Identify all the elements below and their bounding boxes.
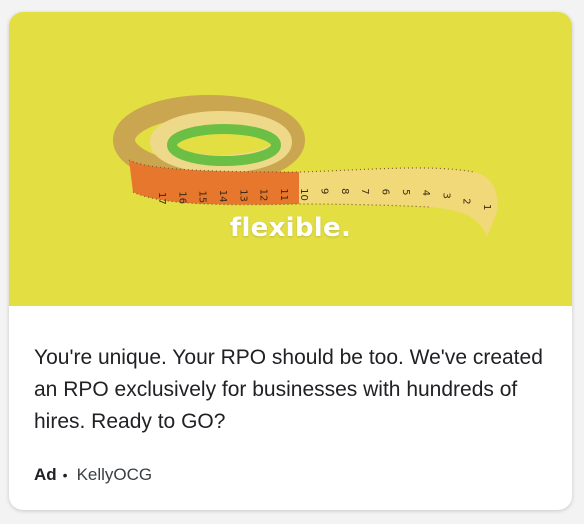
tape-number: 7 (359, 188, 370, 194)
ad-footer: Ad • KellyOCG (34, 465, 152, 485)
advertiser-name[interactable]: KellyOCG (77, 465, 153, 485)
tape-number: 10 (298, 188, 309, 201)
tape-measure-illustration: 17 16 15 14 13 12 11 10 9 8 7 6 5 4 3 2 1 (113, 95, 498, 237)
tape-number: 14 (217, 190, 228, 203)
tape-number: 1 (481, 204, 492, 210)
tape-coil-green (167, 124, 281, 166)
ad-label-badge: Ad (34, 465, 57, 484)
tape-number: 6 (379, 189, 390, 195)
tape-number: 15 (197, 190, 208, 203)
tape-number: 4 (420, 190, 431, 196)
tape-number: 17 (156, 192, 167, 205)
tape-number: 9 (319, 188, 330, 194)
tape-number: 12 (258, 189, 269, 202)
tape-number: 13 (237, 189, 248, 202)
overlay-headline: flexible. (229, 213, 352, 243)
tape-number: 2 (461, 198, 472, 204)
tape-number: 5 (400, 189, 411, 195)
tape-number: 3 (440, 192, 451, 198)
tape-number: 16 (176, 191, 187, 204)
tape-number: 11 (278, 188, 289, 201)
tape-number: 8 (339, 188, 350, 194)
ad-card[interactable]: 17 16 15 14 13 12 11 10 9 8 7 6 5 4 3 2 1 flexible. You'… (9, 12, 572, 510)
separator-dot: • (62, 467, 68, 483)
ad-body-text[interactable]: You're unique. Your RPO should be too. W… (34, 342, 559, 438)
ad-image[interactable]: 17 16 15 14 13 12 11 10 9 8 7 6 5 4 3 2 1 flexible. (9, 12, 572, 306)
